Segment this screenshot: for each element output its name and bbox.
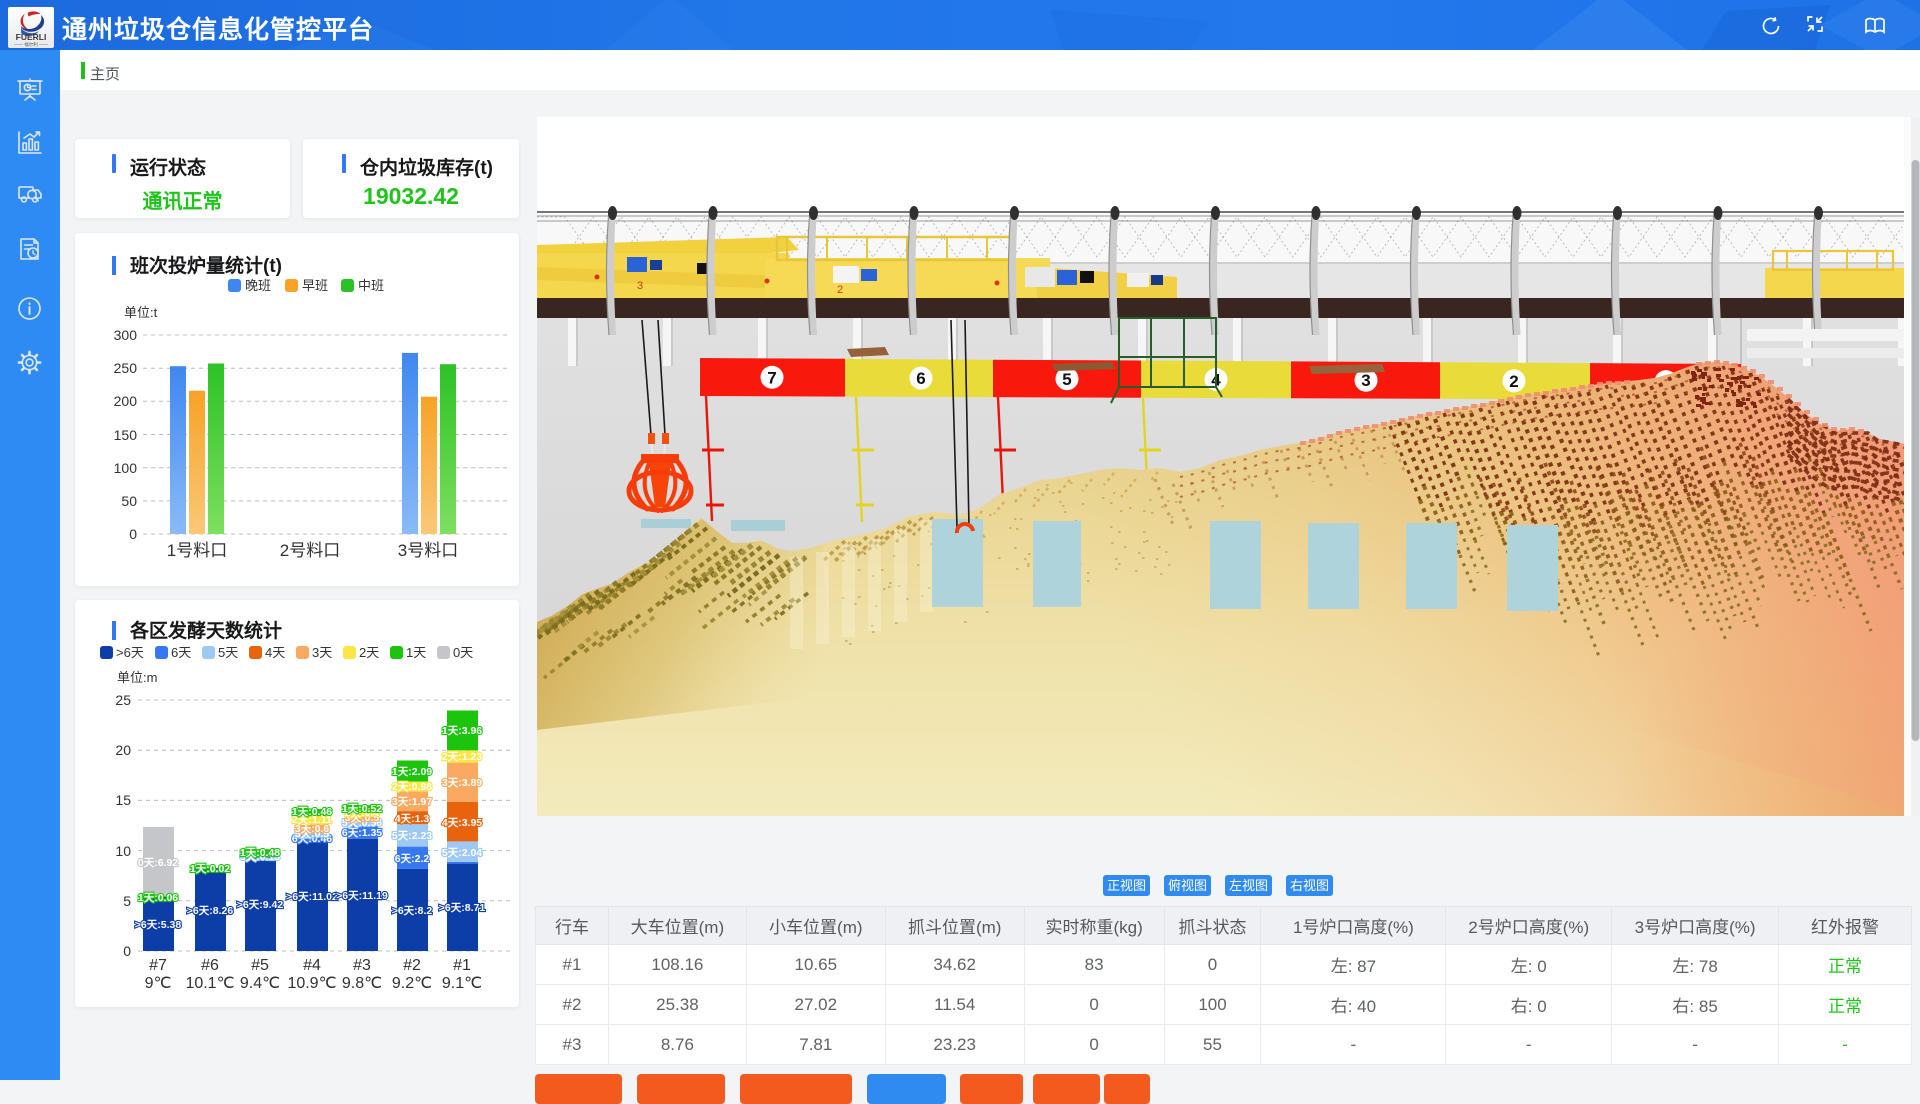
svg-text:1天: 1天: [406, 645, 426, 660]
svg-text:0天: 0天: [453, 645, 473, 660]
svg-text:单位:m: 单位:m: [117, 670, 157, 685]
svg-text:FUERLI: FUERLI: [16, 32, 47, 42]
svg-text:#6: #6: [201, 957, 219, 974]
svg-text:1天:0.02: 1天:0.02: [190, 863, 230, 875]
svg-text:>6天:8.71: >6天:8.71: [439, 902, 486, 914]
svg-text:5天: 5天: [218, 645, 238, 660]
svg-text:7: 7: [767, 368, 776, 387]
svg-text:10.9℃: 10.9℃: [287, 975, 336, 992]
svg-text:1天:0.06: 1天:0.06: [138, 892, 178, 904]
svg-text:200: 200: [114, 393, 138, 409]
svg-text:150: 150: [114, 427, 138, 443]
svg-text:2: 2: [837, 284, 843, 296]
svg-text:10.1℃: 10.1℃: [185, 975, 234, 992]
svg-text:50: 50: [121, 493, 137, 509]
svg-text:25: 25: [115, 692, 131, 708]
svg-text:100: 100: [114, 460, 138, 476]
svg-text:#7: #7: [149, 957, 167, 974]
svg-text:>6天:11.02: >6天:11.02: [286, 891, 338, 903]
svg-text:9℃: 9℃: [145, 975, 172, 992]
svg-text:各区发酵天数统计: 各区发酵天数统计: [129, 619, 282, 642]
svg-text:2号料口: 2号料口: [280, 541, 340, 560]
svg-text:0: 0: [123, 943, 131, 959]
svg-text:班次投炉量统计(t): 班次投炉量统计(t): [130, 254, 282, 277]
svg-text:5天:2.04: 5天:2.04: [442, 847, 482, 859]
svg-text:250: 250: [114, 360, 138, 376]
svg-text:2: 2: [1509, 372, 1518, 391]
svg-text:#1: #1: [453, 957, 471, 974]
svg-text:4天: 4天: [265, 645, 285, 660]
svg-text:9.4℃: 9.4℃: [240, 975, 280, 992]
svg-text:9.8℃: 9.8℃: [342, 975, 382, 992]
svg-text:3号料口: 3号料口: [398, 541, 458, 560]
svg-text:中班: 中班: [358, 278, 384, 293]
svg-text:>6天:5.38: >6天:5.38: [135, 919, 182, 931]
svg-text:4天:1.3: 4天:1.3: [395, 813, 430, 825]
svg-text:单位:t: 单位:t: [124, 305, 158, 320]
svg-text:15: 15: [115, 792, 131, 808]
svg-text:2天:1.23: 2天:1.23: [442, 751, 482, 763]
svg-text:3天:1.97: 3天:1.97: [392, 796, 432, 808]
svg-text:#5: #5: [251, 957, 269, 974]
svg-text:0: 0: [129, 526, 137, 542]
svg-text:—— 福尔利 ——: —— 福尔利 ——: [14, 41, 49, 48]
svg-text:5: 5: [123, 893, 131, 909]
svg-text:1号料口: 1号料口: [167, 541, 227, 560]
svg-text:>6天: >6天: [116, 645, 144, 660]
svg-text:5天:2.23: 5天:2.23: [392, 830, 432, 842]
svg-text:晚班: 晚班: [245, 278, 271, 293]
svg-text:1天:2.09: 1天:2.09: [392, 766, 432, 778]
svg-text:#2: #2: [403, 957, 421, 974]
svg-text:1天:0.52: 1天:0.52: [342, 803, 382, 815]
svg-text:2天:0.98: 2天:0.98: [392, 781, 432, 793]
svg-text:#4: #4: [303, 957, 321, 974]
svg-text:3天:3.89: 3天:3.89: [442, 777, 482, 789]
svg-text:5: 5: [1062, 370, 1071, 389]
svg-text:0天:6.92: 0天:6.92: [138, 857, 178, 869]
svg-text:3: 3: [637, 280, 643, 292]
svg-text:4天:3.95: 4天:3.95: [442, 817, 482, 829]
svg-text:1天:0.48: 1天:0.48: [240, 847, 280, 859]
svg-text:>6天:8.26: >6天:8.26: [187, 905, 234, 917]
svg-text:300: 300: [114, 327, 138, 343]
svg-text:20: 20: [115, 742, 131, 758]
svg-text:10: 10: [115, 843, 131, 859]
svg-text:>6天:11.19: >6天:11.19: [336, 890, 388, 902]
svg-text:早班: 早班: [302, 278, 328, 293]
svg-text:3天: 3天: [312, 645, 332, 660]
svg-text:1天:3.96: 1天:3.96: [442, 725, 482, 737]
svg-text:#3: #3: [353, 957, 371, 974]
svg-text:2天: 2天: [359, 645, 379, 660]
svg-text:>6天:9.42: >6天:9.42: [237, 899, 284, 911]
svg-text:6: 6: [916, 369, 925, 388]
svg-text:9.2℃: 9.2℃: [392, 975, 432, 992]
svg-text:9.1℃: 9.1℃: [442, 975, 482, 992]
svg-text:6天:2.2: 6天:2.2: [395, 853, 430, 865]
svg-text:3: 3: [1361, 371, 1370, 390]
svg-text:>6天:8.2: >6天:8.2: [392, 905, 433, 917]
svg-text:1天:0.46: 1天:0.46: [292, 806, 332, 818]
svg-text:6天: 6天: [171, 645, 191, 660]
